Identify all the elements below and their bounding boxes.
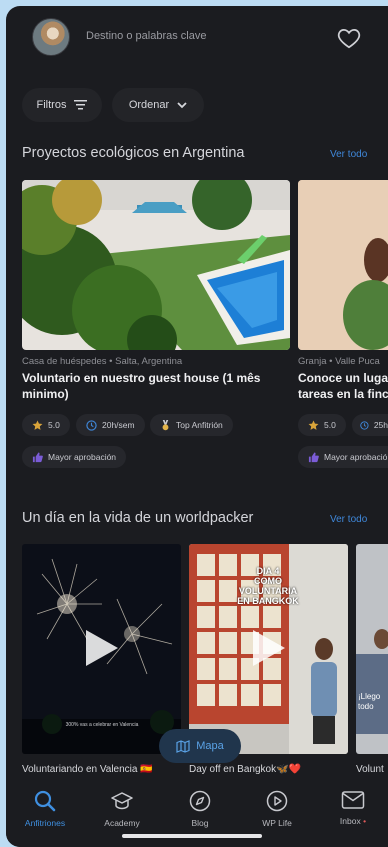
video-caption: 300% vas a celebrar en Valencia [65, 722, 139, 728]
section-title-eco: Proyectos ecológicos en Argentina [22, 145, 245, 161]
pool-garden-photo [22, 180, 290, 350]
hours-value: 25h [373, 420, 388, 430]
heart-icon[interactable] [336, 25, 362, 51]
video-overlay-text: ¡Llego todo [358, 692, 381, 711]
graduation-cap-icon [111, 792, 133, 810]
card-title[interactable]: Voluntario en nuestro guest house (1 mês… [22, 370, 290, 402]
tab-label: Academy [104, 818, 140, 828]
card-title-line: minimo) [22, 387, 69, 401]
clock-icon [360, 420, 369, 430]
map-button-label: Mapa [196, 740, 224, 752]
play-icon[interactable] [253, 630, 285, 666]
overlay-line: EN BANGKOK [237, 596, 299, 606]
tab-academy[interactable]: Academy [87, 790, 157, 828]
hours-chip: 25h [352, 414, 388, 436]
top-host-label: Top Anfitrión [176, 420, 223, 430]
search-icon [34, 790, 56, 812]
star-icon [32, 419, 43, 430]
search-input[interactable]: Destino o palabras clave [86, 30, 206, 42]
card-title[interactable]: Conoce un luga tareas en la finc [298, 370, 388, 402]
home-indicator [122, 834, 262, 838]
overlay-line: COMO VOLUNTARIA [238, 576, 298, 596]
chevron-down-icon [177, 101, 187, 108]
video-overlay-text: DIA 4 COMO VOLUNTARIA EN BANGKOK [229, 566, 307, 606]
tab-label: WP Life [262, 818, 292, 828]
card-image-guest-house[interactable] [22, 180, 290, 350]
approval-label: Mayor aprobación [48, 452, 117, 462]
thumbs-up-icon [308, 451, 319, 462]
video-third[interactable]: ¡Llego todo [356, 544, 388, 754]
sort-button[interactable]: Ordenar [112, 88, 204, 122]
card-title-line: tareas en la finc [298, 387, 388, 401]
tab-blog[interactable]: Blog [165, 790, 235, 828]
avatar[interactable] [32, 18, 70, 56]
card-image-granja[interactable] [298, 180, 388, 350]
card-meta: Casa de huéspedes • Salta, Argentina [22, 356, 183, 367]
video-valencia[interactable]: 300% vas a celebrar en Valencia [22, 544, 181, 754]
see-all-day-link[interactable]: Ver todo [330, 514, 367, 525]
card-title-line: Voluntario en nuestro guest house (1 mês [22, 371, 261, 385]
overlay-line: DIA 4 [256, 566, 280, 576]
clock-icon [86, 419, 97, 431]
video-bangkok[interactable]: DIA 4 COMO VOLUNTARIA EN BANGKOK [189, 544, 348, 754]
card-title-line: Conoce un luga [298, 371, 388, 385]
video-title[interactable]: Volunt [356, 764, 388, 775]
rating-value: 5.0 [48, 420, 60, 430]
thumbs-up-icon [32, 451, 43, 462]
rating-chip: 5.0 [22, 414, 70, 436]
play-circle-icon [266, 790, 288, 812]
section-title-day: Un día en la vida de un worldpacker [22, 510, 254, 526]
see-all-eco-link[interactable]: Ver todo [330, 149, 367, 160]
tab-inbox[interactable]: Inbox • [318, 790, 388, 826]
star-icon [308, 419, 319, 430]
mail-icon [341, 791, 365, 809]
notification-dot: • [363, 816, 367, 826]
video-title[interactable]: Day off en Bangkok🦋❤️ [189, 764, 301, 775]
filters-label: Filtros [36, 99, 67, 111]
play-icon[interactable] [86, 630, 118, 666]
street-photo [356, 544, 388, 754]
tab-anfitriones[interactable]: Anfitriones [10, 790, 80, 828]
map-button[interactable]: Mapa [159, 729, 241, 763]
top-bar: Destino o palabras clave [6, 6, 388, 74]
approval-chip: Mayor aprobació [298, 446, 388, 468]
video-title[interactable]: Voluntariando en Valencia 🇪🇸 [22, 764, 153, 775]
tab-label: Inbox [339, 816, 361, 826]
tab-label: Anfitriones [24, 818, 66, 828]
compass-icon [189, 790, 211, 812]
map-icon [176, 739, 190, 753]
rating-chip: 5.0 [298, 414, 346, 436]
top-host-chip: Top Anfitrión [150, 414, 233, 436]
sort-label: Ordenar [128, 99, 170, 111]
filters-button[interactable]: Filtros [22, 88, 102, 122]
approval-chip: Mayor aprobación [22, 446, 127, 468]
tab-wp-life[interactable]: WP Life [242, 790, 312, 828]
approval-label: Mayor aprobació [324, 452, 388, 462]
card-meta: Granja • Valle Puca [298, 356, 380, 367]
filter-lines-icon [74, 100, 88, 110]
hours-value: 20h/sem [102, 420, 135, 430]
farm-photo [298, 180, 388, 350]
app-screen: Destino o palabras clave Filtros Ordenar… [6, 6, 388, 847]
rating-value: 5.0 [324, 420, 336, 430]
hours-chip: 20h/sem [76, 414, 145, 436]
medal-icon [162, 419, 169, 430]
tab-label: Blog [191, 818, 209, 828]
